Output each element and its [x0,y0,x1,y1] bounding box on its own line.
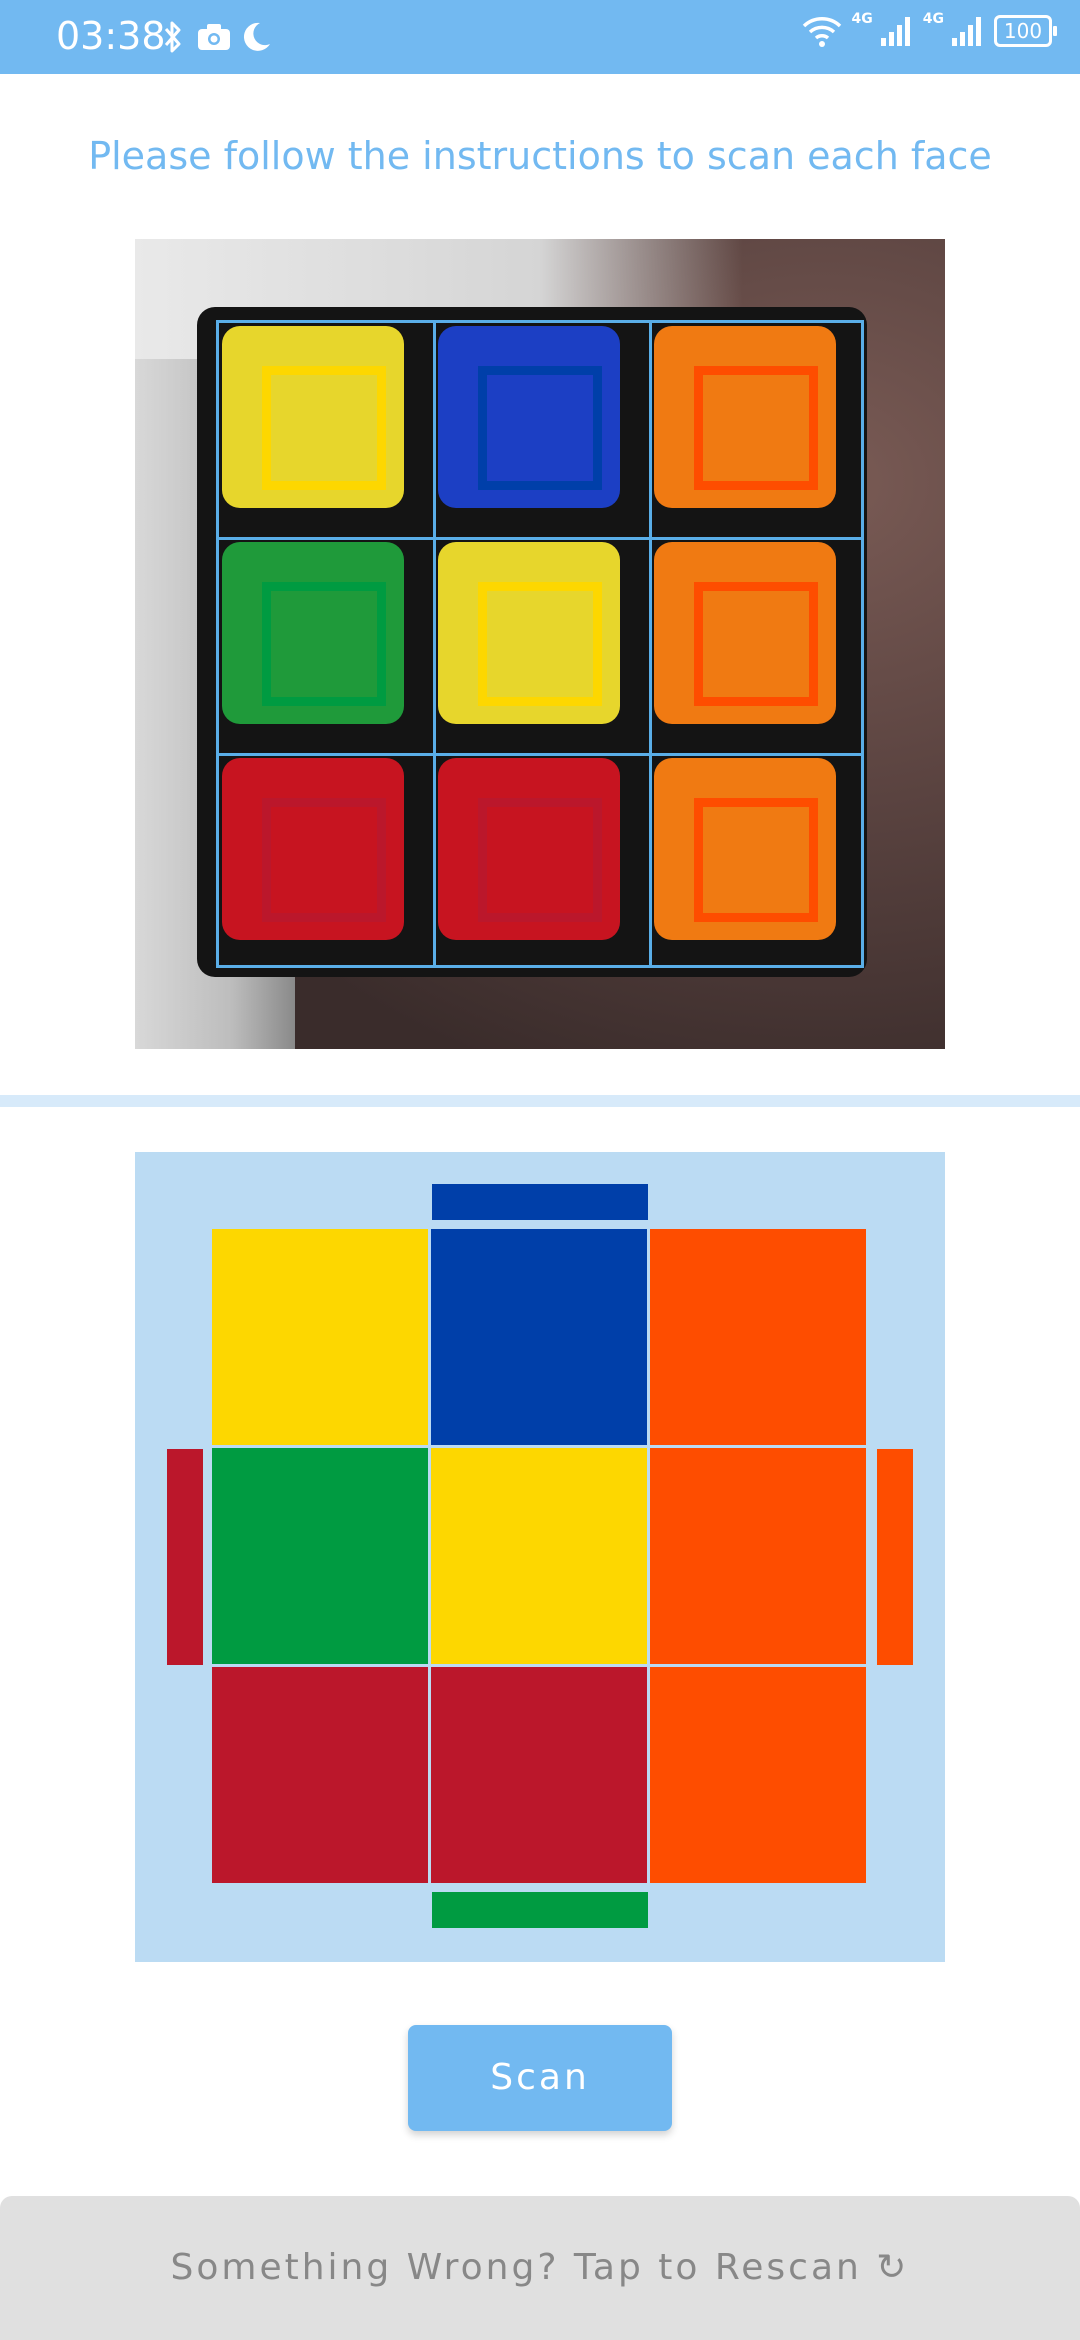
cube-net-preview [135,1152,945,1962]
net-sticker [650,1667,866,1883]
signal-strength-icon-1 [880,17,910,46]
net-sticker [650,1448,866,1664]
rescan-label: Something Wrong? Tap to Rescan ↻ [170,2247,910,2288]
detected-color-box [478,798,602,922]
net-edge-left [167,1449,203,1665]
battery-indicator: 100 [994,15,1057,47]
rescan-bar[interactable]: Something Wrong? Tap to Rescan ↻ [0,2196,1080,2340]
detected-color-box [694,366,818,490]
wifi-icon [802,17,841,47]
status-bar: 03:38 4G 4G 100 [0,0,1080,74]
detected-color-box [694,798,818,922]
detected-color-box [478,582,602,706]
net-sticker [212,1448,428,1664]
detected-color-box [262,798,386,922]
detected-color-box [262,582,386,706]
net-edge-top [432,1184,648,1220]
status-right-cluster: 4G 4G 100 [802,11,1057,48]
do-not-disturb-moon-icon [243,22,270,51]
signal-strength-icon-2 [952,17,981,46]
network-type-1: 4G [851,11,873,27]
detected-color-box [478,366,602,490]
network-type-2: 4G [922,11,944,27]
net-edge-right [877,1449,913,1665]
net-edge-bottom [432,1892,648,1928]
scan-instruction: Please follow the instructions to scan e… [88,134,992,178]
section-divider [0,1095,1080,1107]
bluetooth-icon [164,21,181,53]
camera-icon [198,24,230,50]
scan-button[interactable]: Scan [408,2025,672,2131]
detected-color-box [262,366,386,490]
net-sticker [650,1229,866,1445]
net-sticker [431,1448,647,1664]
camera-preview[interactable] [135,239,945,1049]
net-sticker [431,1667,647,1883]
detected-color-box [694,582,818,706]
net-sticker [212,1667,428,1883]
clock: 03:38 [56,14,166,58]
net-sticker [431,1229,647,1445]
net-sticker [212,1229,428,1445]
